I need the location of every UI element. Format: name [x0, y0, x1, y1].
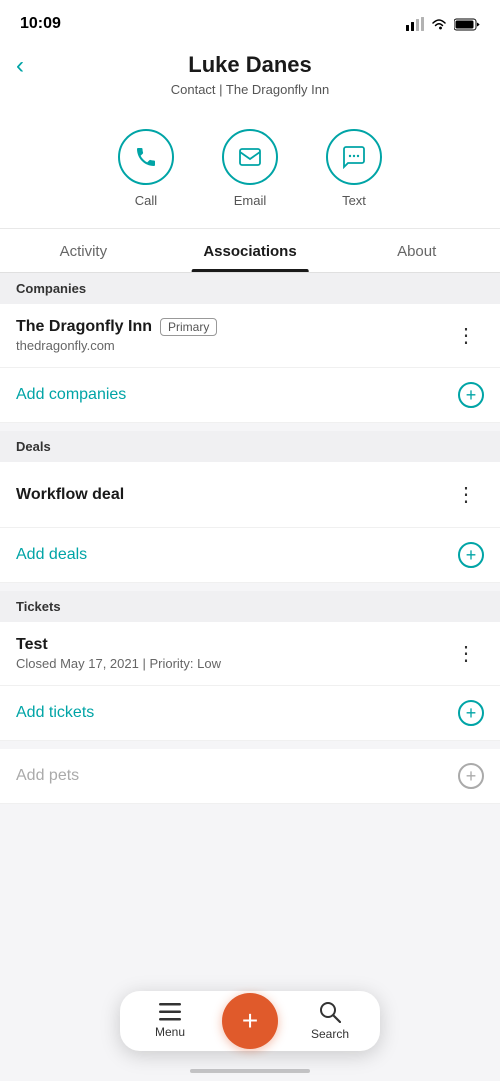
- text-button[interactable]: Text: [326, 129, 382, 208]
- search-nav-item[interactable]: Search: [300, 1001, 360, 1041]
- content-area: Companies The Dragonfly Inn Primary thed…: [0, 273, 500, 924]
- email-icon-circle: [222, 129, 278, 185]
- bottom-nav-container: Menu + Search: [120, 991, 380, 1051]
- email-icon: [238, 145, 262, 169]
- status-time: 10:09: [20, 15, 61, 33]
- add-deals-icon: +: [458, 542, 484, 568]
- chat-icon: [342, 145, 366, 169]
- add-pets-label: Add pets: [16, 767, 79, 785]
- add-pets-row[interactable]: Add pets +: [0, 749, 500, 804]
- gap-1: [0, 423, 500, 431]
- menu-icon: [159, 1003, 181, 1021]
- ticket-info: Test Closed May 17, 2021 | Priority: Low: [16, 636, 448, 671]
- gap-2: [0, 583, 500, 591]
- ticket-name: Test: [16, 636, 448, 654]
- add-pets-icon: +: [458, 763, 484, 789]
- ticket-row: Test Closed May 17, 2021 | Priority: Low…: [0, 622, 500, 686]
- company-name: The Dragonfly Inn: [16, 318, 152, 336]
- home-indicator: [190, 1069, 310, 1073]
- add-companies-icon: +: [458, 382, 484, 408]
- menu-label: Menu: [155, 1025, 185, 1039]
- menu-nav-item[interactable]: Menu: [140, 1003, 200, 1039]
- ticket-meta: Closed May 17, 2021 | Priority: Low: [16, 656, 448, 671]
- fab-plus-icon: +: [242, 1007, 258, 1035]
- companies-section-header: Companies: [0, 273, 500, 304]
- tab-activity[interactable]: Activity: [0, 229, 167, 272]
- company-name-row: The Dragonfly Inn Primary: [16, 318, 448, 336]
- gap-3: [0, 741, 500, 749]
- add-tickets-icon: +: [458, 700, 484, 726]
- primary-badge: Primary: [160, 318, 217, 336]
- add-tickets-label: Add tickets: [16, 704, 94, 722]
- text-icon-circle: [326, 129, 382, 185]
- companies-section-body: The Dragonfly Inn Primary thedragonfly.c…: [0, 304, 500, 423]
- company-url: thedragonfly.com: [16, 338, 448, 353]
- tickets-section-body: Test Closed May 17, 2021 | Priority: Low…: [0, 622, 500, 741]
- email-label: Email: [234, 193, 267, 208]
- battery-icon: [454, 18, 480, 31]
- search-label: Search: [311, 1027, 349, 1041]
- phone-icon: [134, 145, 158, 169]
- call-label: Call: [135, 193, 157, 208]
- company-more-button[interactable]: ⋮: [448, 319, 484, 352]
- company-row: The Dragonfly Inn Primary thedragonfly.c…: [0, 304, 500, 368]
- deals-section-header: Deals: [0, 431, 500, 462]
- tabs: Activity Associations About: [0, 229, 500, 273]
- email-button[interactable]: Email: [222, 129, 278, 208]
- contact-subtitle: Contact | The Dragonfly Inn: [20, 82, 480, 97]
- add-companies-row[interactable]: Add companies +: [0, 368, 500, 423]
- fab-add-button[interactable]: +: [222, 993, 278, 1049]
- add-tickets-row[interactable]: Add tickets +: [0, 686, 500, 741]
- tickets-section-header: Tickets: [0, 591, 500, 622]
- deal-row: Workflow deal ⋮: [0, 462, 500, 528]
- deals-section-body: Workflow deal ⋮ Add deals +: [0, 462, 500, 583]
- add-deals-label: Add deals: [16, 546, 87, 564]
- company-info: The Dragonfly Inn Primary thedragonfly.c…: [16, 318, 448, 353]
- status-bar: 10:09: [0, 0, 500, 44]
- contact-header: ‹ Luke Danes Contact | The Dragonfly Inn: [0, 44, 500, 113]
- action-buttons: Call Email Text: [0, 113, 500, 229]
- tab-about[interactable]: About: [333, 229, 500, 272]
- back-button[interactable]: ‹: [16, 54, 24, 78]
- signal-icon: [406, 17, 424, 31]
- status-icons: [406, 17, 480, 31]
- search-icon: [319, 1001, 341, 1023]
- ticket-more-button[interactable]: ⋮: [448, 637, 484, 670]
- bottom-spacer: [0, 804, 500, 924]
- contact-name: Luke Danes: [20, 52, 480, 78]
- call-icon-circle: [118, 129, 174, 185]
- deal-more-button[interactable]: ⋮: [448, 478, 484, 511]
- bottom-nav: Menu + Search: [120, 991, 380, 1051]
- wifi-icon: [430, 17, 448, 31]
- pets-section-body: Add pets +: [0, 749, 500, 804]
- text-label: Text: [342, 193, 366, 208]
- tab-associations[interactable]: Associations: [167, 229, 334, 272]
- deal-name: Workflow deal: [16, 486, 124, 504]
- add-companies-label: Add companies: [16, 386, 126, 404]
- add-deals-row[interactable]: Add deals +: [0, 528, 500, 583]
- call-button[interactable]: Call: [118, 129, 174, 208]
